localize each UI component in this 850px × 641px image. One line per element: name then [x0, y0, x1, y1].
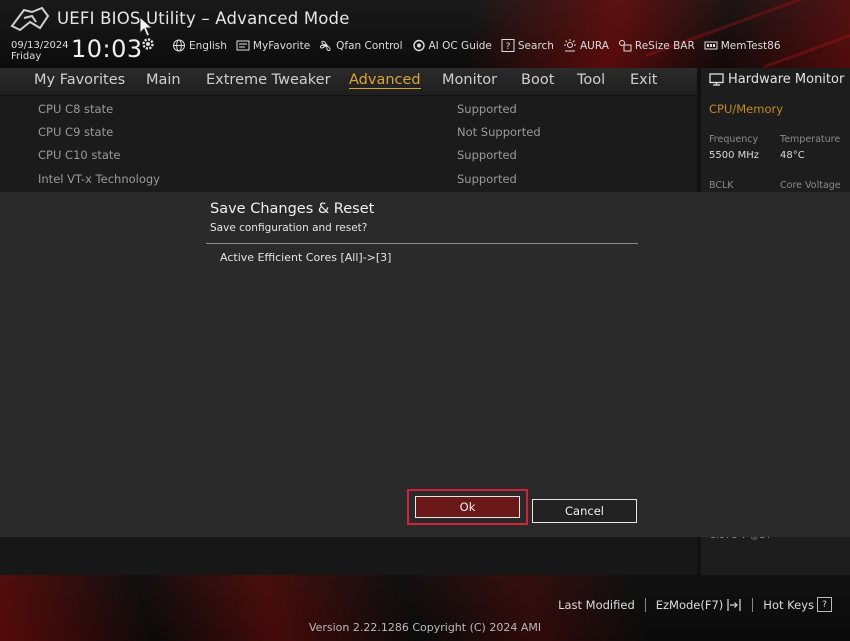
- toolbar-search[interactable]: ? Search: [501, 39, 554, 52]
- window-title: UEFI BIOS Utility – Advanced Mode: [57, 9, 350, 28]
- toolbar: English MyFavorite Qfan Control AI OC Gu…: [172, 39, 781, 52]
- main-menu: My Favorites Main Extreme Tweaker Advanc…: [0, 68, 697, 95]
- setting-row[interactable]: CPU C9 state Not Supported: [38, 125, 541, 139]
- tab-boot[interactable]: Boot: [521, 72, 554, 88]
- tab-main[interactable]: Main: [146, 72, 181, 88]
- resize-icon: [618, 40, 632, 52]
- rog-logo-icon: [10, 6, 50, 32]
- dialog-divider: [206, 243, 638, 244]
- setting-label: CPU C10 state: [38, 148, 121, 162]
- tab-extreme-tweaker[interactable]: Extreme Tweaker: [206, 72, 331, 88]
- frequency-value: 5500 MHz: [709, 150, 760, 161]
- temperature-value: 48°C: [780, 150, 805, 161]
- setting-value: Supported: [457, 148, 517, 162]
- toolbar-language-label: English: [189, 39, 227, 52]
- svg-text:?: ?: [506, 42, 511, 52]
- settings-list: CPU C8 state Supported CPU C9 state Not …: [0, 96, 697, 192]
- hardware-monitor-title-text: Hardware Monitor: [728, 72, 845, 87]
- setting-row[interactable]: Intel VT-x Technology Supported: [38, 172, 517, 186]
- toolbar-myfavorite[interactable]: MyFavorite: [236, 39, 310, 52]
- dialog-subtitle: Save configuration and reset?: [210, 222, 368, 234]
- toolbar-resize-bar-label: ReSize BAR: [634, 39, 695, 52]
- question-icon: ?: [501, 39, 515, 52]
- settings-area-below-dialog: [0, 535, 697, 575]
- setting-row[interactable]: CPU C8 state Supported: [38, 102, 517, 116]
- mouse-cursor-icon: [139, 16, 154, 37]
- toolbar-resize-bar[interactable]: ReSize BAR: [618, 39, 695, 52]
- hardware-monitor-title: Hardware Monitor: [709, 72, 844, 87]
- toolbar-memtest-label: MemTest86: [720, 39, 781, 52]
- aura-icon: [563, 39, 576, 52]
- tab-tool[interactable]: Tool: [577, 72, 605, 88]
- footer-links: Last Modified EzMode(F7) Hot Keys ?: [548, 597, 842, 612]
- ezmode-button[interactable]: EzMode(F7): [646, 598, 753, 612]
- tab-monitor[interactable]: Monitor: [442, 72, 497, 88]
- toolbar-aura[interactable]: AURA: [563, 39, 609, 52]
- setting-label: CPU C8 state: [38, 102, 114, 116]
- toolbar-language[interactable]: English: [172, 39, 227, 52]
- ezmode-label: EzMode(F7): [655, 597, 724, 612]
- temperature-label: Temperature: [780, 134, 841, 145]
- version-text: Version 2.22.1286 Copyright (C) 2024 AMI: [308, 621, 542, 634]
- toolbar-qfan[interactable]: Qfan Control: [319, 39, 403, 52]
- footer-bar: Last Modified EzMode(F7) Hot Keys ? Vers…: [0, 575, 850, 641]
- tab-exit[interactable]: Exit: [630, 72, 657, 88]
- cancel-button[interactable]: Cancel: [532, 499, 637, 523]
- favorite-icon: [236, 40, 250, 51]
- setting-value: Not Supported: [457, 125, 541, 139]
- setting-value: Supported: [457, 102, 517, 116]
- hot-keys-label: Hot Keys: [763, 597, 814, 612]
- exit-arrow-icon: [727, 598, 741, 611]
- toolbar-ai-oc-guide-label: AI OC Guide: [428, 39, 492, 52]
- date-text: 09/13/2024: [11, 40, 69, 51]
- setting-row[interactable]: CPU C10 state Supported: [38, 148, 517, 162]
- toolbar-myfavorite-label: MyFavorite: [252, 39, 311, 52]
- toolbar-ai-oc-guide[interactable]: AI OC Guide: [412, 39, 492, 52]
- clock-time: 10:03: [71, 35, 143, 63]
- dialog-change-item: Active Efficient Cores [All]->[3]: [220, 251, 392, 264]
- core-voltage-label: Core Voltage: [780, 180, 841, 191]
- tab-advanced[interactable]: Advanced: [349, 72, 421, 89]
- toolbar-memtest[interactable]: MemTest86: [704, 39, 781, 52]
- last-modified-button[interactable]: Last Modified: [548, 598, 645, 612]
- day-text: Friday: [11, 51, 42, 62]
- header-bar: UEFI BIOS Utility – Advanced Mode 09/13/…: [0, 0, 850, 68]
- monitor-icon: [709, 73, 724, 86]
- hardware-monitor-below-dialog: [701, 535, 850, 575]
- date-display: 09/13/2024 Friday: [11, 40, 69, 62]
- ok-button[interactable]: Ok: [415, 496, 520, 518]
- dialog-title: Save Changes & Reset: [210, 201, 375, 217]
- last-modified-label: Last Modified: [558, 597, 635, 612]
- save-changes-dialog: Save Changes & Reset Save configuration …: [0, 192, 850, 537]
- setting-label: Intel VT-x Technology: [38, 172, 160, 186]
- toolbar-qfan-label: Qfan Control: [336, 39, 403, 52]
- bclk-label: BCLK: [709, 180, 734, 191]
- globe-icon: [173, 39, 185, 52]
- ok-button-highlight: Ok: [407, 489, 528, 525]
- setting-value: Supported: [457, 172, 517, 186]
- setting-label: CPU C9 state: [38, 125, 114, 139]
- frequency-label: Frequency: [709, 134, 759, 145]
- question-key-icon: ?: [817, 597, 832, 612]
- cpu-memory-section: CPU/Memory: [709, 102, 784, 116]
- hardware-monitor-panel: Hardware Monitor CPU/Memory Frequency 55…: [701, 68, 850, 192]
- fan-icon: [320, 40, 331, 52]
- gear-icon[interactable]: [140, 36, 156, 52]
- toolbar-search-label: Search: [517, 39, 554, 52]
- toolbar-aura-label: AURA: [579, 39, 609, 52]
- ai-icon: [412, 39, 425, 52]
- tab-my-favorites[interactable]: My Favorites: [34, 72, 125, 88]
- hot-keys-button[interactable]: Hot Keys ?: [753, 597, 842, 612]
- memory-icon: [704, 41, 718, 50]
